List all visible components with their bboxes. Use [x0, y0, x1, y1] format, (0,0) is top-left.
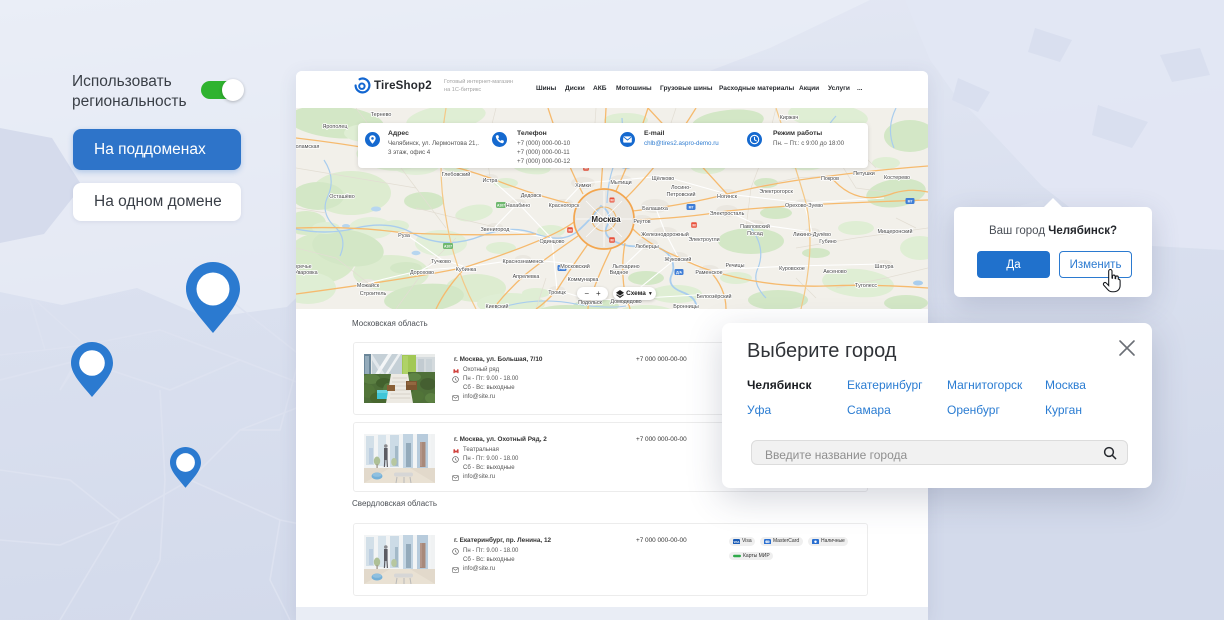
svg-text:Химки: Химки	[575, 183, 591, 189]
svg-text:Красногорск: Красногорск	[549, 203, 580, 209]
svg-text:Павловский: Павловский	[740, 223, 770, 230]
svg-text:Мытищи: Мытищи	[610, 180, 631, 186]
svg-text:Тучково: Тучково	[431, 259, 451, 265]
svg-text:Речицы: Речицы	[726, 263, 745, 269]
svg-text:Электросталь: Электросталь	[710, 211, 745, 217]
svg-text:Уваровка: Уваровка	[296, 270, 318, 276]
svg-text:Кубинка: Кубинка	[456, 267, 476, 273]
svg-text:Петровский: Петровский	[666, 191, 695, 198]
svg-text:Губино: Губино	[819, 239, 836, 245]
svg-text:М7: М7	[908, 199, 913, 203]
svg-text:Аксеново: Аксеново	[823, 269, 846, 275]
svg-text:Апрелевка: Апрелевка	[513, 274, 540, 280]
svg-text:Белоозёрский: Белоозёрский	[696, 293, 731, 300]
svg-text:Коммунарка: Коммунарка	[568, 277, 599, 283]
svg-text:Реутов: Реутов	[633, 219, 650, 225]
svg-text:Люберцы: Люберцы	[635, 244, 659, 250]
svg-text:Балашиха: Балашиха	[642, 206, 668, 212]
svg-text:Можайск: Можайск	[357, 282, 380, 289]
svg-text:Тернево: Тернево	[371, 112, 392, 118]
svg-text:VISA: VISA	[733, 541, 739, 544]
svg-text:Звенигород: Звенигород	[481, 227, 511, 233]
svg-text:А107: А107	[497, 203, 505, 207]
svg-text:Д/А: Д/А	[676, 270, 682, 274]
svg-text:Одинцово: Одинцово	[539, 239, 564, 245]
svg-text:Московский: Московский	[560, 263, 590, 270]
svg-text:Руза: Руза	[398, 233, 410, 239]
svg-text:Осташёво: Осташёво	[329, 194, 354, 200]
svg-text:Москва: Москва	[591, 215, 621, 224]
svg-text:Лосино-: Лосино-	[671, 185, 691, 191]
svg-text:Железнодорожный: Железнодорожный	[641, 231, 689, 238]
svg-text:Тyголесс: Тyголесс	[855, 283, 878, 289]
svg-text:А107: А107	[444, 244, 452, 248]
svg-text:Дорохово: Дорохово	[410, 270, 434, 276]
svg-text:Мищеронский: Мищеронский	[878, 228, 913, 235]
svg-text:Волоколамская: Волоколамская	[296, 144, 320, 150]
svg-text:Раменское: Раменское	[695, 270, 722, 276]
svg-text:Щёлково: Щёлково	[652, 176, 674, 182]
svg-text:Киржач: Киржач	[780, 115, 799, 121]
svg-text:Бронницы: Бронницы	[673, 304, 699, 309]
svg-text:Жуковский: Жуковский	[665, 256, 692, 263]
svg-text:Глебовский: Глебовский	[442, 171, 471, 178]
svg-text:М7: М7	[689, 205, 694, 209]
svg-text:Электроугли: Электроугли	[688, 237, 719, 243]
svg-text:Ярополец: Ярополец	[323, 124, 348, 130]
svg-text:Шатура: Шатура	[875, 264, 894, 270]
svg-text:Костерево: Костерево	[884, 175, 910, 181]
svg-text:Истра: Истра	[482, 178, 497, 184]
svg-text:Ликино-Дулёво: Ликино-Дулёво	[793, 232, 831, 238]
svg-text:Дедовск: Дедовск	[521, 193, 542, 199]
svg-text:Орехово-Зуево: Орехово-Зуево	[785, 203, 823, 209]
svg-text:Ногинск: Ногинск	[717, 194, 738, 200]
svg-text:Краснознаменск: Краснознаменск	[503, 259, 545, 265]
svg-text:Строитель: Строитель	[360, 291, 387, 297]
svg-text:Видное: Видное	[610, 270, 629, 276]
svg-text:Троицк: Троицк	[548, 290, 566, 296]
svg-text:Нахабино: Нахабино	[506, 203, 531, 209]
svg-text:Киевский: Киевский	[485, 303, 508, 309]
svg-text:Петушки: Петушки	[853, 171, 875, 177]
svg-text:Подольск: Подольск	[578, 300, 602, 306]
svg-text:Покров: Покров	[821, 176, 839, 182]
svg-text:Посад: Посад	[747, 231, 764, 237]
svg-text:Куровское: Куровское	[779, 266, 805, 272]
svg-text:Электрогорск: Электрогорск	[759, 189, 793, 195]
